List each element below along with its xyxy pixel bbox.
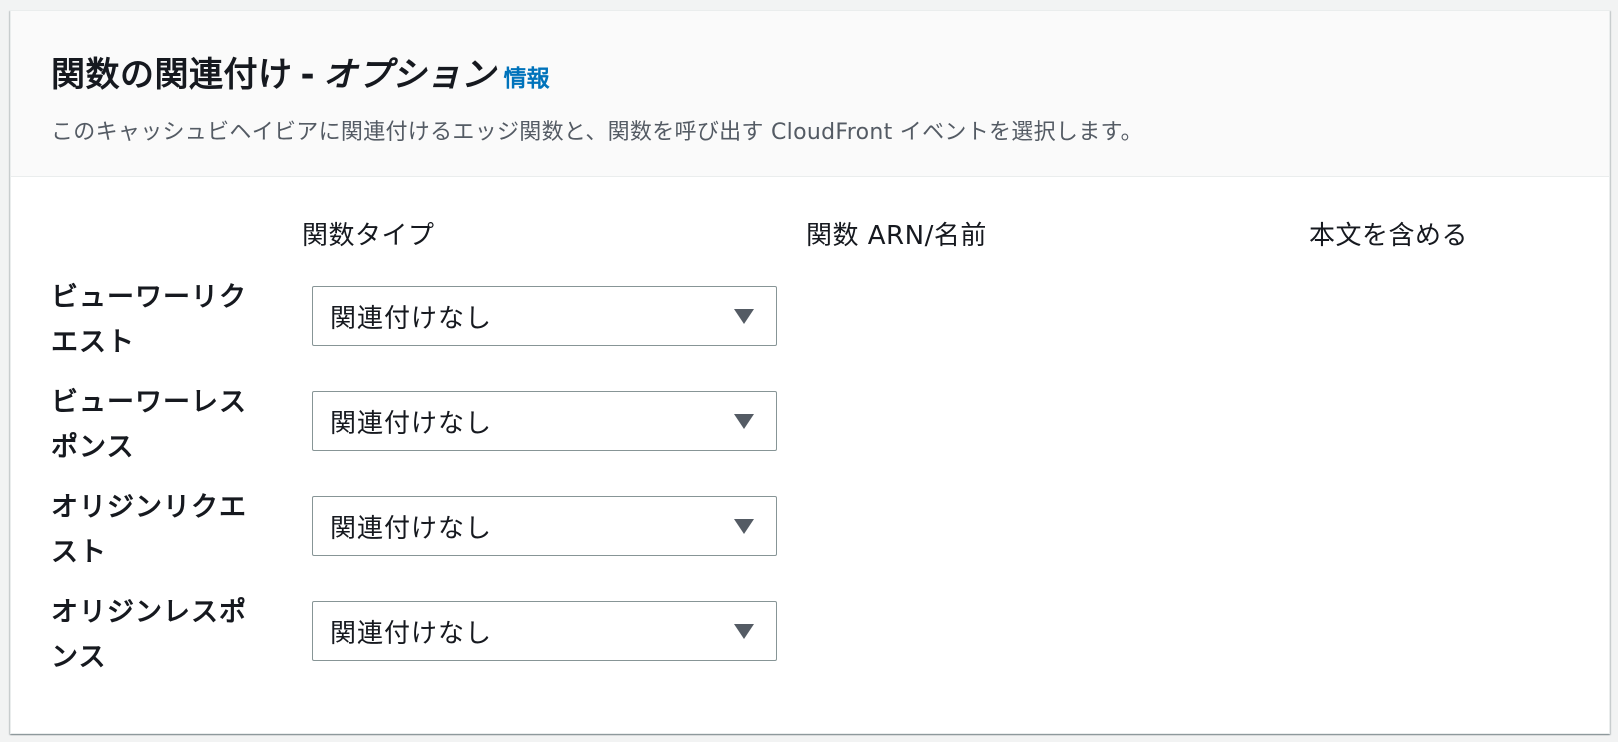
row-label-line2: ンス [51,642,107,673]
select-value: 関連付けなし [330,303,493,334]
row-label-origin-request: オリジンリクエ スト [51,485,251,575]
row-label-line2: エスト [51,327,135,358]
title-main: 関数の関連付け [51,55,293,95]
panel-body: 関数タイプ 関数 ARN/名前 本文を含める ビューワーリク エスト 関連付けな… [11,177,1609,734]
select-value: 関連付けなし [330,408,493,439]
origin-response-function-type-select[interactable]: 関連付けなし [312,601,777,661]
column-header-function-type: 関数タイプ [302,221,435,251]
row-label-line1: オリジンリクエ [51,492,247,523]
row-label-line2: スト [51,537,107,568]
panel-header: 関数の関連付け - オプション 情報 このキャッシュビヘイビアに関連付けるエッジ関数… [11,11,1609,177]
caret-down-icon [734,624,754,639]
select-value: 関連付けなし [330,618,493,649]
column-header-function-arn: 関数 ARN/名前 [806,221,987,251]
viewer-request-function-type-select[interactable]: 関連付けなし [312,286,777,346]
row-label-line1: ビューワーリク [51,282,247,313]
row-label-origin-response: オリジンレスポ ンス [51,590,251,680]
title-separator: - [300,55,316,95]
function-associations-panel: 関数の関連付け - オプション 情報 このキャッシュビヘイビアに関連付けるエッジ関数… [10,10,1610,734]
origin-request-function-type-select[interactable]: 関連付けなし [312,496,777,556]
panel-description: このキャッシュビヘイビアに関連付けるエッジ関数と、関数を呼び出す CloudFr… [51,120,1143,145]
row-label-line1: オリジンレスポ [51,597,247,628]
info-link[interactable]: 情報 [504,59,550,93]
viewer-response-function-type-select[interactable]: 関連付けなし [312,391,777,451]
panel-title: 関数の関連付け - オプション [51,47,496,96]
caret-down-icon [734,414,754,429]
title-optional: オプション [323,55,496,95]
row-label-line2: ポンス [51,432,135,463]
row-label-viewer-response: ビューワーレス ポンス [51,380,251,470]
column-header-include-body: 本文を含める [1309,221,1469,251]
title-row: 関数の関連付け - オプション 情報 [51,47,1569,96]
select-value: 関連付けなし [330,513,493,544]
row-label-line1: ビューワーレス [51,387,247,418]
caret-down-icon [734,309,754,324]
caret-down-icon [734,519,754,534]
row-label-viewer-request: ビューワーリク エスト [51,275,251,365]
